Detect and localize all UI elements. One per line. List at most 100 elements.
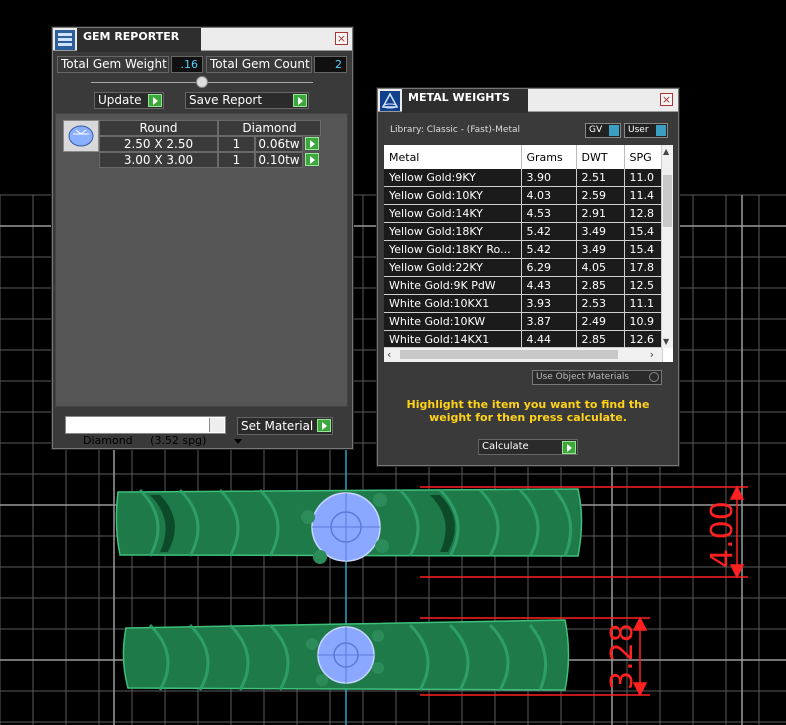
ring-top[interactable] <box>115 488 583 564</box>
table-cell: 12.6 <box>624 330 663 349</box>
calculate-label: Calculate <box>482 441 529 452</box>
table-cell: 2.91 <box>576 204 625 223</box>
table-row[interactable]: Yellow Gold:18KY Ro... 5.42 3.49 15.4 <box>384 240 663 259</box>
table-row[interactable]: Yellow Gold:22KY 6.29 4.05 17.8 <box>384 258 663 277</box>
table-row[interactable]: Yellow Gold:9KY 3.90 2.51 11.0 <box>384 169 663 187</box>
save-report-button[interactable]: Save Report <box>185 92 309 109</box>
table-cell: 2.85 <box>576 276 625 295</box>
user-label: User <box>628 125 649 135</box>
gem-reporter-close-icon[interactable]: × <box>335 32 348 45</box>
gv-toggle[interactable]: GV <box>585 123 621 138</box>
scroll-right-icon[interactable]: › <box>650 348 654 361</box>
save-report-label: Save Report <box>189 93 263 107</box>
slider-handle[interactable] <box>196 76 208 88</box>
table-cell: Yellow Gold:14KY <box>384 204 522 223</box>
table-cell: White Gold:14KX1 <box>384 330 522 349</box>
metal-table[interactable]: Metal Grams DWT SPG Yellow Gold:9KY 3.90 2… <box>384 145 673 362</box>
column-header-dwt[interactable]: DWT <box>576 145 625 169</box>
table-cell: 11.1 <box>624 294 663 313</box>
table-cell: Yellow Gold:9KY <box>384 169 522 187</box>
gem-list-panel: Round Diamond 2.50 X 2.50 1 0.06tw 3.00 … <box>55 113 348 407</box>
gem-row-go-button[interactable] <box>304 136 320 152</box>
table-cell: 4.05 <box>576 258 625 277</box>
use-object-materials-label: Use Object Materials <box>536 372 630 382</box>
total-gem-weight-value: .16 <box>171 56 203 73</box>
gem-reporter-titlebar[interactable]: GEM REPORTER × <box>53 28 352 52</box>
horizontal-scrollbar-thumb[interactable] <box>400 350 618 359</box>
table-cell: 4.44 <box>521 330 577 349</box>
table-cell: 15.4 <box>624 222 663 241</box>
material-select[interactable]: Diamond (3.52 spg) <box>65 416 242 447</box>
table-cell: 2.51 <box>576 169 625 187</box>
table-cell: 3.90 <box>521 169 577 187</box>
table-cell: 5.42 <box>521 222 577 241</box>
gem-row-size[interactable]: 3.00 X 3.00 <box>99 152 218 168</box>
table-cell: 4.03 <box>521 186 577 205</box>
table-cell: 2.85 <box>576 330 625 349</box>
set-material-label: Set Material <box>241 419 314 433</box>
table-row[interactable]: White Gold:14KX1 4.44 2.85 12.6 <box>384 330 663 349</box>
table-row[interactable]: White Gold:10KX1 3.93 2.53 11.1 <box>384 294 663 313</box>
table-cell: 10.9 <box>624 312 663 331</box>
use-object-materials-toggle[interactable]: Use Object Materials <box>532 370 662 385</box>
total-gem-count-value: 2 <box>314 56 347 73</box>
user-toggle[interactable]: User <box>624 123 668 138</box>
calculate-go-icon <box>562 441 576 454</box>
table-cell: Yellow Gold:22KY <box>384 258 522 277</box>
chevron-down-icon <box>209 418 242 444</box>
scrollbar-thumb[interactable] <box>663 175 672 227</box>
table-cell: White Gold:10KX1 <box>384 294 522 313</box>
gem-row-count: 1 <box>218 152 255 168</box>
set-material-go-icon <box>317 419 331 432</box>
table-cell: White Gold:9K PdW <box>384 276 522 295</box>
update-button[interactable]: Update <box>94 92 164 109</box>
gem-reporter-icon <box>55 30 75 50</box>
gem-reporter-title: GEM REPORTER <box>77 28 201 52</box>
table-cell: Yellow Gold:18KY Ro... <box>384 240 522 259</box>
column-header-spg[interactable]: SPG <box>624 145 663 169</box>
total-gem-weight-label: Total Gem Weight <box>57 56 169 73</box>
round-gem-icon[interactable] <box>63 120 99 152</box>
table-cell: 4.43 <box>521 276 577 295</box>
metal-weights-dialog: METAL WEIGHTS × Library: Classic - (Fast… <box>377 88 679 466</box>
gem-row-size[interactable]: 2.50 X 2.50 <box>99 136 218 152</box>
gem-row-weight: 0.10tw <box>255 152 303 168</box>
metal-weights-close-icon[interactable]: × <box>660 93 673 106</box>
gem-row-go-button[interactable] <box>304 152 320 168</box>
table-cell: 15.4 <box>624 240 663 259</box>
calculate-button[interactable]: Calculate <box>478 439 578 455</box>
gem-reporter-dialog: GEM REPORTER × Total Gem Weight .16 Tota… <box>52 27 353 449</box>
radio-icon <box>649 372 659 382</box>
user-indicator <box>656 125 666 136</box>
scroll-up-icon[interactable]: ▲ <box>663 147 669 156</box>
column-header-metal[interactable]: Metal <box>384 145 522 169</box>
table-row[interactable]: White Gold:9K PdW 4.43 2.85 12.5 <box>384 276 663 295</box>
table-row[interactable]: Yellow Gold:18KY 5.42 3.49 15.4 <box>384 222 663 241</box>
table-row[interactable]: Yellow Gold:10KY 4.03 2.59 11.4 <box>384 186 663 205</box>
table-row[interactable]: White Gold:10KW 3.87 2.49 10.9 <box>384 312 663 331</box>
table-row[interactable]: Yellow Gold:14KY 4.53 2.91 12.8 <box>384 204 663 223</box>
table-cell: 3.87 <box>521 312 577 331</box>
metal-weights-title: METAL WEIGHTS <box>402 89 528 113</box>
update-button-label: Update <box>98 93 142 107</box>
horizontal-scrollbar[interactable]: ‹ › <box>384 347 662 362</box>
table-cell: 3.93 <box>521 294 577 313</box>
table-cell: 2.49 <box>576 312 625 331</box>
column-header-grams[interactable]: Grams <box>521 145 577 169</box>
gem-row-count: 1 <box>218 136 255 152</box>
vertical-scrollbar[interactable]: ▲ ▼ <box>661 145 673 348</box>
hint-text: Highlight the item you want to find the … <box>406 398 650 424</box>
scroll-down-icon[interactable]: ▼ <box>663 337 669 346</box>
metal-weights-titlebar[interactable]: METAL WEIGHTS × <box>378 89 678 113</box>
scroll-left-icon[interactable]: ‹ <box>387 348 391 361</box>
ring-bottom[interactable] <box>122 619 570 691</box>
table-cell: 2.53 <box>576 294 625 313</box>
set-material-button[interactable]: Set Material <box>237 417 333 435</box>
dimension-label-top: 4.00 <box>705 501 740 568</box>
table-cell: 6.29 <box>521 258 577 277</box>
library-label: Library: Classic - (Fast)-Metal <box>390 125 521 135</box>
material-select-value: Diamond (3.52 spg) <box>83 434 207 447</box>
table-cell: 12.5 <box>624 276 663 295</box>
table-cell: 12.8 <box>624 204 663 223</box>
table-cell: 11.4 <box>624 186 663 205</box>
